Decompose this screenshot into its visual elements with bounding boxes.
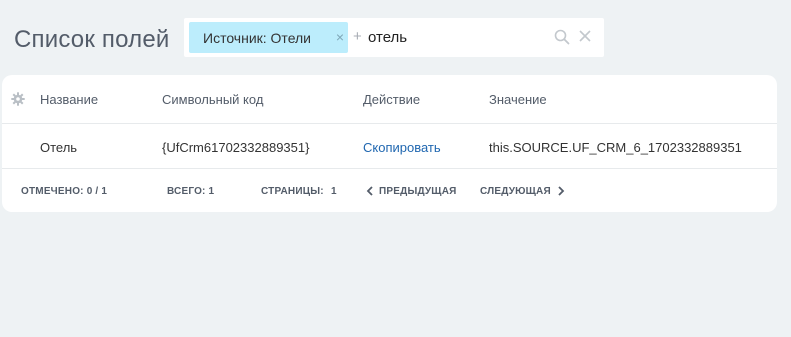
pages-value: 1 <box>331 186 337 197</box>
chevron-left-icon[interactable] <box>366 186 374 196</box>
table-row: Отель {UfCrm61702332889351} Скопировать … <box>2 124 777 169</box>
pages-label: СТРАНИЦЫ: <box>261 186 324 197</box>
chip-close-icon[interactable]: × <box>336 29 344 45</box>
column-header-action[interactable]: Действие <box>363 92 420 107</box>
column-header-code[interactable]: Символьный код <box>162 92 263 107</box>
row-code: {UfCrm61702332889351} <box>162 140 310 155</box>
fields-table: Название Символьный код Действие Значени… <box>2 75 777 212</box>
selected-count: ОТМЕЧЕНО: 0 / 1 <box>21 186 108 197</box>
gear-icon[interactable] <box>11 92 25 106</box>
add-filter-icon[interactable]: + <box>353 29 362 45</box>
next-page-button[interactable]: СЛЕДУЮЩАЯ <box>480 186 551 197</box>
page: Список полей Источник: Отели × + отель Н… <box>0 0 791 337</box>
chevron-right-icon[interactable] <box>557 186 565 196</box>
total-count: ВСЕГО: 1 <box>167 186 215 197</box>
prev-page-button[interactable]: ПРЕДЫДУЩАЯ <box>379 186 457 197</box>
column-header-value[interactable]: Значение <box>489 92 547 107</box>
table-header: Название Символьный код Действие Значени… <box>2 75 777 124</box>
column-header-name[interactable]: Название <box>40 92 98 107</box>
clear-icon[interactable] <box>578 29 592 43</box>
row-value: this.SOURCE.UF_CRM_6_1702332889351 <box>489 140 742 155</box>
search-icon[interactable] <box>553 28 571 46</box>
filter-search-box[interactable]: Источник: Отели × + отель <box>184 18 604 57</box>
search-input[interactable]: отель <box>368 29 407 46</box>
row-name: Отель <box>40 140 78 155</box>
copy-link[interactable]: Скопировать <box>363 140 441 155</box>
table-footer: ОТМЕЧЕНО: 0 / 1 ВСЕГО: 1 СТРАНИЦЫ: 1 ПРЕ… <box>2 169 777 212</box>
page-title: Список полей <box>14 26 170 53</box>
filter-chip[interactable]: Источник: Отели × <box>189 22 348 53</box>
filter-chip-label: Источник: Отели <box>203 29 312 46</box>
